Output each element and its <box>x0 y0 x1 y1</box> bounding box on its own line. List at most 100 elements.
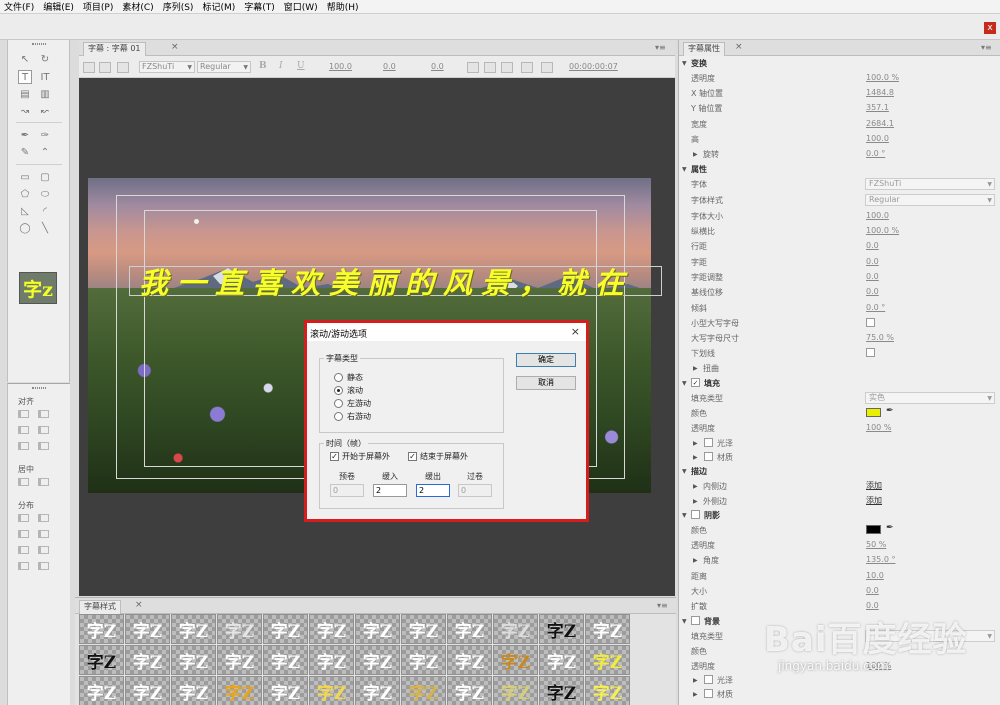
distribute-top-icon[interactable] <box>38 514 49 522</box>
style-swatch[interactable]: 字Z <box>79 614 124 644</box>
stroke-section[interactable]: 描边 <box>691 466 707 477</box>
transform-section[interactable]: 变换 <box>691 58 707 69</box>
shadow-color-swatch[interactable] <box>866 525 881 534</box>
panel-grip[interactable] <box>32 43 46 45</box>
font-family-select[interactable]: FZShuTi <box>139 61 195 73</box>
style-swatch[interactable]: 字Z <box>263 645 308 675</box>
baseline-shift-value[interactable]: 0.0 <box>866 287 879 296</box>
angle-value[interactable]: 135.0 ° <box>866 555 895 564</box>
style-swatch[interactable]: 字Z <box>263 676 308 705</box>
style-swatch[interactable]: 字Z <box>401 614 446 644</box>
slant-value[interactable]: 0.0 ° <box>866 303 885 312</box>
aspect-value[interactable]: 100.0 % <box>866 226 899 235</box>
leading-value[interactable]: 0.0 <box>431 62 444 71</box>
expand-triangle-icon[interactable]: ▶ <box>693 151 698 158</box>
collapse-triangle-icon[interactable]: ▼ <box>682 468 687 475</box>
background-checkbox[interactable] <box>691 616 700 625</box>
font-select[interactable]: FZShuTi <box>865 178 995 190</box>
close-icon[interactable]: × <box>735 42 743 52</box>
delete-anchor-tool-icon[interactable]: ✑ <box>38 128 52 142</box>
distance-value[interactable]: 10.0 <box>866 571 884 580</box>
opacity-value[interactable]: 100.0 % <box>866 73 899 82</box>
underline-button[interactable]: U <box>297 61 305 71</box>
outer-stroke-add-link[interactable]: 添加 <box>866 495 882 506</box>
start-offscreen-checkbox[interactable]: ✓ 开始于屏幕外 <box>330 451 390 462</box>
menu-clip[interactable]: 素材(C) <box>122 0 153 13</box>
panel-menu-icon[interactable]: ▾≡ <box>657 601 668 610</box>
style-swatch[interactable]: 字Z <box>79 676 124 705</box>
center-vertical-icon[interactable] <box>38 478 49 486</box>
align-left-icon[interactable] <box>18 410 29 418</box>
close-icon[interactable]: x <box>984 22 996 34</box>
bold-button[interactable]: B <box>259 61 267 71</box>
italic-button[interactable]: I <box>279 61 283 71</box>
align-center-v-icon[interactable] <box>38 426 49 434</box>
ease-out-input[interactable]: 2 <box>416 484 450 497</box>
background-section[interactable]: 背景 <box>704 616 720 627</box>
leading-value[interactable]: 0.0 <box>866 241 879 250</box>
radio-crawl-right-icon[interactable] <box>334 412 343 421</box>
tab-title-properties[interactable]: 字幕属性 <box>683 42 725 56</box>
size-value[interactable]: 0.0 <box>866 586 879 595</box>
distribute-even-h-icon[interactable] <box>18 562 29 570</box>
expand-triangle-icon[interactable]: ▶ <box>693 454 698 461</box>
style-swatch[interactable]: 字Z <box>125 614 170 644</box>
add-anchor-tool-icon[interactable]: ✎ <box>18 145 32 159</box>
menu-window[interactable]: 窗口(W) <box>284 0 318 13</box>
menu-help[interactable]: 帮助(H) <box>327 0 359 13</box>
templates-icon[interactable] <box>117 62 129 73</box>
style-swatch[interactable]: 字Z <box>585 614 630 644</box>
style-swatch[interactable]: 字Z <box>539 645 584 675</box>
convert-anchor-tool-icon[interactable]: ⌃ <box>38 145 52 159</box>
menu-edit[interactable]: 编辑(E) <box>43 0 74 13</box>
style-swatch[interactable]: 字Z <box>217 645 262 675</box>
ellipse-tool-icon[interactable]: ◯ <box>18 221 32 235</box>
vertical-type-tool-icon[interactable]: IT <box>38 70 52 84</box>
small-caps-size-value[interactable]: 75.0 % <box>866 333 894 342</box>
tracking-value[interactable]: 0.0 <box>866 272 879 281</box>
pen-tool-icon[interactable]: ✒ <box>18 128 32 142</box>
rotation-tool-icon[interactable]: ↻ <box>38 52 52 66</box>
wedge-tool-icon[interactable]: ◺ <box>18 204 32 218</box>
style-swatch[interactable]: 字Z <box>217 676 262 705</box>
collapse-triangle-icon[interactable]: ▼ <box>682 166 687 173</box>
style-swatch[interactable]: 字Z <box>401 645 446 675</box>
font-style-select[interactable]: Regular <box>197 61 251 73</box>
vertical-path-type-tool-icon[interactable]: ↜ <box>38 104 52 118</box>
shadow-section[interactable]: 阴影 <box>704 510 720 521</box>
rounded-corner-tool-icon[interactable]: ⬭ <box>38 187 52 201</box>
tab-stops-icon[interactable] <box>521 62 533 73</box>
underline-checkbox[interactable] <box>866 348 875 357</box>
end-offscreen-check-icon[interactable]: ✓ <box>408 452 417 461</box>
align-right-text-icon[interactable] <box>501 62 513 73</box>
properties-section[interactable]: 属性 <box>691 164 707 175</box>
radio-still-icon[interactable] <box>334 373 343 382</box>
align-bottom-icon[interactable] <box>38 442 49 450</box>
vertical-area-type-tool-icon[interactable]: ▥ <box>38 87 52 101</box>
distribute-right-icon[interactable] <box>18 546 29 554</box>
radio-crawl-left[interactable]: 左游动 <box>334 398 371 409</box>
expand-triangle-icon[interactable]: ▶ <box>693 557 698 564</box>
rounded-rectangle-tool-icon[interactable]: ▢ <box>38 170 52 184</box>
rotation-value[interactable]: 0.0 ° <box>866 149 885 158</box>
style-swatch[interactable]: 字Z <box>447 676 492 705</box>
style-swatch[interactable]: 字Z <box>493 614 538 644</box>
font-style-select[interactable]: Regular <box>865 194 995 206</box>
start-offscreen-check-icon[interactable]: ✓ <box>330 452 339 461</box>
distribute-bottom-icon[interactable] <box>38 546 49 554</box>
fill-opacity-value[interactable]: 100 % <box>866 423 891 432</box>
distribute-left-icon[interactable] <box>18 514 29 522</box>
small-caps-checkbox[interactable] <box>866 318 875 327</box>
collapse-triangle-icon[interactable]: ▼ <box>682 618 687 625</box>
style-swatch[interactable]: 字Z <box>125 645 170 675</box>
expand-triangle-icon[interactable]: ▶ <box>693 483 698 490</box>
ease-in-input[interactable]: 2 <box>373 484 407 497</box>
style-swatch[interactable]: 字Z <box>309 614 354 644</box>
fill-checkbox[interactable]: ✓ <box>691 378 700 387</box>
style-swatch[interactable]: 字Z <box>125 676 170 705</box>
panel-menu-icon[interactable]: ▾≡ <box>655 43 666 52</box>
center-horizontal-icon[interactable] <box>18 478 29 486</box>
style-swatch[interactable]: 字Z <box>263 614 308 644</box>
close-icon[interactable]: × <box>171 42 179 52</box>
expand-triangle-icon[interactable]: ▶ <box>693 498 698 505</box>
